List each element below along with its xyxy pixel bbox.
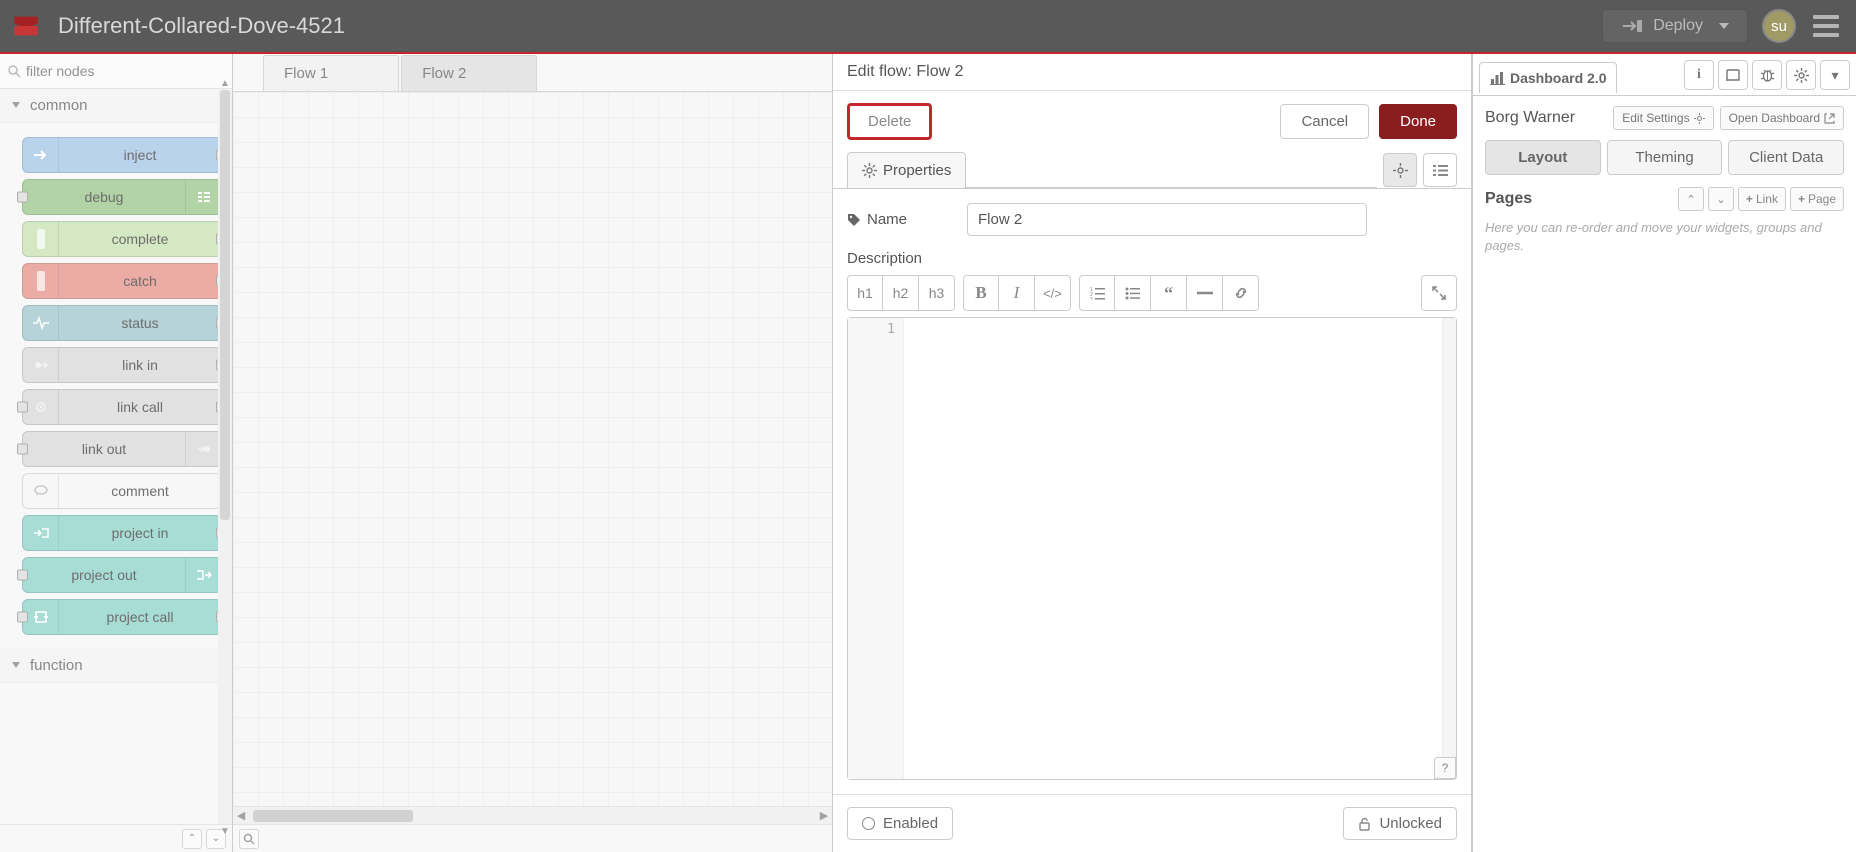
node-link-call[interactable]: link call — [22, 389, 222, 425]
node-project-out[interactable]: project out — [22, 557, 222, 593]
pages-hint-text: Here you can re-order and move your widg… — [1485, 219, 1844, 255]
list-view-button[interactable] — [1423, 153, 1457, 187]
ul-button[interactable] — [1115, 275, 1151, 311]
palette-scrollbar[interactable]: ▲ ▼ — [218, 90, 232, 824]
category-common[interactable]: common — [0, 89, 232, 123]
node-status[interactable]: status — [22, 305, 222, 341]
tag-icon — [847, 213, 861, 227]
h2-button[interactable]: h2 — [883, 275, 919, 311]
sidebar-tab-dashboard[interactable]: Dashboard 2.0 — [1479, 62, 1617, 93]
dashboard-title: Borg Warner — [1485, 109, 1607, 127]
sidebar-config-button[interactable] — [1786, 60, 1816, 90]
user-avatar[interactable]: su — [1762, 9, 1796, 43]
h3-button[interactable]: h3 — [919, 275, 955, 311]
editor-gutter: 1 — [848, 318, 904, 779]
deploy-button[interactable]: Deploy — [1602, 9, 1748, 43]
quote-button[interactable]: “ — [1151, 275, 1187, 311]
app-title: Different-Collared-Dove-4521 — [58, 13, 1602, 39]
code-button[interactable]: </> — [1035, 275, 1071, 311]
add-page-button[interactable]: +Page — [1790, 187, 1844, 211]
tab-flow-2[interactable]: Flow 2 — [401, 55, 537, 91]
node-comment[interactable]: comment — [22, 473, 222, 509]
sidebar-info-button[interactable]: i — [1684, 60, 1714, 90]
tray-title: Edit flow: Flow 2 — [833, 54, 1471, 91]
main-menu-button[interactable] — [1808, 8, 1844, 44]
right-sidebar: Dashboard 2.0 i ▾ Borg Warner Edit Setti… — [1472, 54, 1856, 852]
bold-button[interactable]: B — [963, 275, 999, 311]
sidebar-help-button[interactable] — [1718, 60, 1748, 90]
delete-button[interactable]: Delete — [847, 103, 932, 140]
flow-tabs: Flow 1 Flow 2 — [233, 54, 832, 92]
workspace-search-button[interactable] — [239, 829, 259, 849]
pages-heading: Pages — [1485, 190, 1674, 208]
editor-vertical-scrollbar[interactable] — [1442, 318, 1456, 757]
add-link-button[interactable]: +Link — [1738, 187, 1786, 211]
editor-toolbar: h1 h2 h3 B I </> 123 “ — [847, 275, 1457, 311]
svg-text:3: 3 — [1090, 297, 1093, 300]
description-label: Description — [847, 250, 1457, 267]
expand-editor-button[interactable] — [1421, 275, 1457, 311]
flow-name-input[interactable] — [967, 203, 1367, 236]
node-inject[interactable]: inject — [22, 137, 222, 173]
unlock-icon — [1358, 817, 1371, 831]
sidebar-debug-button[interactable] — [1752, 60, 1782, 90]
edit-flow-tray: Edit flow: Flow 2 Delete Cancel Done Pro… — [832, 54, 1472, 852]
deploy-caret-icon — [1719, 23, 1729, 29]
h1-button[interactable]: h1 — [847, 275, 883, 311]
page-down-button[interactable]: ⌄ — [1708, 187, 1734, 211]
dashboard-tab-theming[interactable]: Theming — [1607, 140, 1723, 175]
category-function[interactable]: function — [0, 649, 232, 683]
canvas-horizontal-scrollbar[interactable]: ◀▶ — [233, 806, 832, 824]
italic-button[interactable]: I — [999, 275, 1035, 311]
tab-flow-1[interactable]: Flow 1 — [263, 55, 399, 91]
ol-button[interactable]: 123 — [1079, 275, 1115, 311]
node-project-in[interactable]: project in — [22, 515, 222, 551]
lock-toggle[interactable]: Unlocked — [1343, 807, 1457, 840]
filter-nodes-input[interactable] — [24, 60, 224, 82]
deploy-icon — [1621, 18, 1643, 34]
node-complete[interactable]: complete — [22, 221, 222, 257]
dashboard-tab-client-data[interactable]: Client Data — [1728, 140, 1844, 175]
app-header: Different-Collared-Dove-4521 Deploy su — [0, 0, 1856, 52]
node-palette: common inject debug complete catch statu… — [0, 54, 233, 852]
chart-icon — [1490, 72, 1505, 85]
open-dashboard-button[interactable]: Open Dashboard — [1720, 106, 1844, 130]
env-vars-button[interactable] — [1383, 153, 1417, 187]
external-link-icon — [1824, 113, 1835, 124]
edit-settings-button[interactable]: Edit Settings — [1613, 106, 1713, 130]
enabled-toggle[interactable]: Enabled — [847, 807, 953, 840]
flow-canvas[interactable] — [233, 92, 832, 806]
properties-tab[interactable]: Properties — [847, 152, 966, 188]
node-debug[interactable]: debug — [22, 179, 222, 215]
node-link-out[interactable]: link out — [22, 431, 222, 467]
link-button[interactable] — [1223, 275, 1259, 311]
page-up-button[interactable]: ⌃ — [1678, 187, 1704, 211]
sidebar-more-button[interactable]: ▾ — [1820, 60, 1850, 90]
dashboard-tab-layout[interactable]: Layout — [1485, 140, 1601, 175]
name-field-label: Name — [847, 211, 967, 228]
node-catch[interactable]: catch — [22, 263, 222, 299]
workspace: Flow 1 Flow 2 ◀▶ — [233, 54, 832, 852]
done-button[interactable]: Done — [1379, 104, 1457, 139]
node-red-logo — [12, 12, 40, 40]
cancel-button[interactable]: Cancel — [1280, 104, 1369, 139]
search-icon — [8, 65, 20, 78]
node-link-in[interactable]: link in — [22, 347, 222, 383]
gear-icon — [862, 163, 877, 178]
description-editor[interactable]: 1 ? — [847, 317, 1457, 780]
hr-button[interactable] — [1187, 275, 1223, 311]
palette-collapse-button[interactable]: ⌃ — [182, 829, 202, 849]
gear-icon — [1694, 113, 1705, 124]
editor-help-button[interactable]: ? — [1434, 757, 1456, 779]
node-project-call[interactable]: project call — [22, 599, 222, 635]
